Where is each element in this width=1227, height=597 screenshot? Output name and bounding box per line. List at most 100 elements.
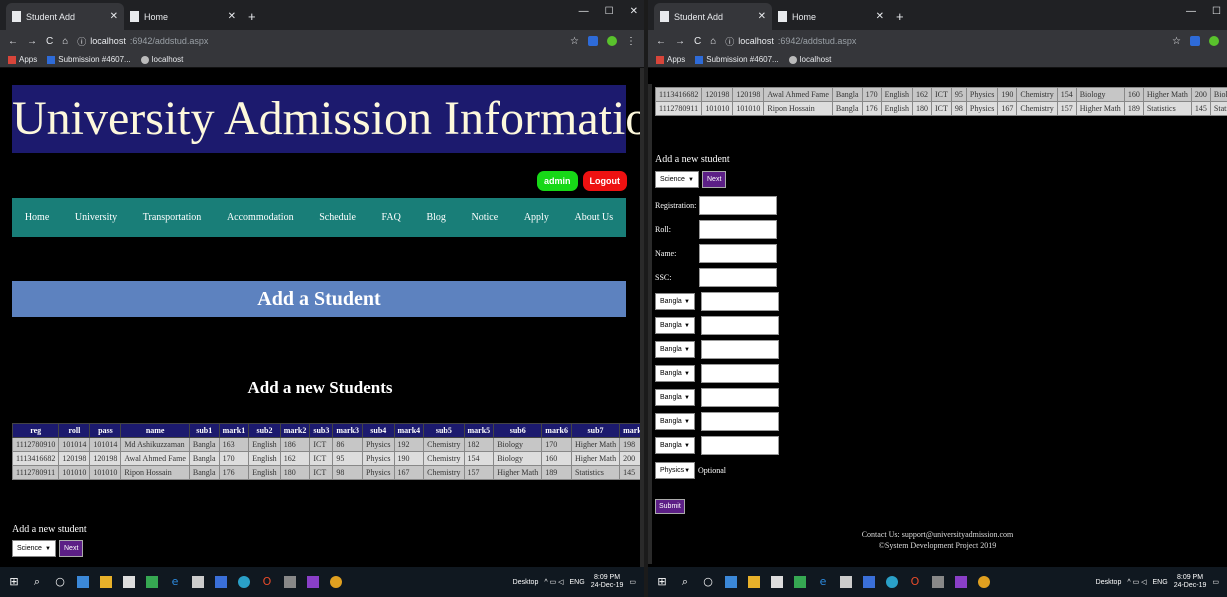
close-window-icon[interactable]: ✕ [630,6,638,17]
bookmark-submission[interactable]: Submission #4607... [47,55,131,64]
address-bar[interactable]: ⓘ localhost:6942/addstud.aspx [77,35,561,48]
menu-icon[interactable]: ⋮ [626,36,636,47]
subject-6-select[interactable]: Bangla ▼ [655,413,695,430]
desktop-label[interactable]: Desktop [513,579,539,586]
forward-icon[interactable]: → [27,36,37,47]
mail-icon[interactable] [840,576,852,588]
nav-apply[interactable]: Apply [524,212,549,223]
admin-button[interactable]: admin [536,171,578,191]
mark-4-input[interactable] [701,364,779,383]
store-icon[interactable] [123,576,135,588]
optional-subject-select[interactable]: Physics ▼ [655,462,695,479]
windows-start-icon[interactable]: ⊞ [656,576,668,588]
next-button[interactable]: Next [59,540,84,557]
profile-icon[interactable] [1209,36,1219,46]
maximize-icon[interactable]: ☐ [1212,6,1221,17]
search-icon[interactable]: ⌕ [31,576,43,588]
home-icon[interactable]: ⌂ [62,36,68,47]
task-view-icon[interactable] [77,576,89,588]
calculator-icon[interactable] [284,576,296,588]
app-icon[interactable] [863,576,875,588]
nav-about-us[interactable]: About Us [574,212,613,223]
reload-icon[interactable]: C [46,36,53,47]
extension-icon[interactable] [588,36,598,46]
tab-home[interactable]: Home ✕ [772,3,890,30]
extension-icon[interactable] [1190,36,1200,46]
desktop-label[interactable]: Desktop [1096,579,1122,586]
subject-7-select[interactable]: Bangla ▼ [655,437,695,454]
forward-icon[interactable]: → [675,36,685,47]
chrome-icon[interactable] [330,576,342,588]
next-button[interactable]: Next [702,171,727,188]
nav-schedule[interactable]: Schedule [319,212,356,223]
maximize-icon[interactable]: ☐ [605,6,614,17]
notification-icon[interactable]: ▭ [629,578,636,586]
file-explorer-icon[interactable] [100,576,112,588]
nav-accommodation[interactable]: Accommodation [227,212,294,223]
cortana-icon[interactable]: ○ [702,576,714,588]
cortana-icon[interactable]: ○ [54,576,66,588]
nav-blog[interactable]: Blog [426,212,445,223]
clock[interactable]: 8:09 PM 24-Dec-19 [591,574,624,590]
chrome-icon[interactable] [978,576,990,588]
tray-icons[interactable]: ^ ▭ ◁ [1127,578,1146,586]
mark-5-input[interactable] [701,388,779,407]
star-icon[interactable]: ☆ [1172,36,1181,47]
windows-start-icon[interactable]: ⊞ [8,576,20,588]
tab-home[interactable]: Home ✕ [124,3,242,30]
mark-3-input[interactable] [701,340,779,359]
subject-3-select[interactable]: Bangla ▼ [655,341,695,358]
ssc-input[interactable] [699,268,777,287]
nav-transportation[interactable]: Transportation [143,212,202,223]
profile-icon[interactable] [607,36,617,46]
task-view-icon[interactable] [725,576,737,588]
nav-home[interactable]: Home [25,212,49,223]
calculator-icon[interactable] [932,576,944,588]
bookmark-apps[interactable]: Apps [656,55,685,64]
notification-icon[interactable]: ▭ [1212,578,1219,586]
language-indicator[interactable]: ENG [570,579,585,586]
scrollbar[interactable] [648,84,652,564]
mark-7-input[interactable] [701,436,779,455]
registration-input[interactable] [699,196,777,215]
subject-5-select[interactable]: Bangla ▼ [655,389,695,406]
address-bar[interactable]: ⓘ localhost:6942/addstud.aspx [725,35,1163,48]
tab-student-add[interactable]: Student Add ✕ [654,3,772,30]
mark-2-input[interactable] [701,316,779,335]
close-tab-icon[interactable]: ✕ [876,11,884,22]
nav-notice[interactable]: Notice [472,212,499,223]
clock[interactable]: 8:09 PM 24-Dec-19 [1174,574,1207,590]
submit-button[interactable]: Submit [655,499,685,514]
mark-1-input[interactable] [701,292,779,311]
mark-6-input[interactable] [701,412,779,431]
minimize-icon[interactable]: — [1186,6,1196,17]
mail-icon[interactable] [192,576,204,588]
store-icon[interactable] [771,576,783,588]
close-tab-icon[interactable]: ✕ [758,11,766,22]
minimize-icon[interactable]: — [579,6,589,17]
edge-icon[interactable]: e [817,576,829,588]
app-icon[interactable] [886,576,898,588]
app-icon[interactable] [215,576,227,588]
back-icon[interactable]: ← [656,36,666,47]
opera-icon[interactable]: O [909,576,921,588]
tray-icons[interactable]: ^ ▭ ◁ [544,578,563,586]
opera-icon[interactable]: O [261,576,273,588]
app-icon[interactable] [238,576,250,588]
name-input[interactable] [699,244,777,263]
subject-2-select[interactable]: Bangla ▼ [655,317,695,334]
department-select[interactable]: Science ▼ [655,171,699,188]
edge-icon[interactable]: e [169,576,181,588]
nav-faq[interactable]: FAQ [382,212,401,223]
language-indicator[interactable]: ENG [1153,579,1168,586]
star-icon[interactable]: ☆ [570,36,579,47]
visual-studio-icon[interactable] [307,576,319,588]
app-icon[interactable] [146,576,158,588]
new-tab-icon[interactable]: + [248,9,256,24]
new-tab-icon[interactable]: + [896,9,904,24]
bookmark-localhost[interactable]: localhost [140,55,183,64]
back-icon[interactable]: ← [8,36,18,47]
subject-4-select[interactable]: Bangla ▼ [655,365,695,382]
roll-input[interactable] [699,220,777,239]
department-select[interactable]: Science ▼ [12,540,56,557]
